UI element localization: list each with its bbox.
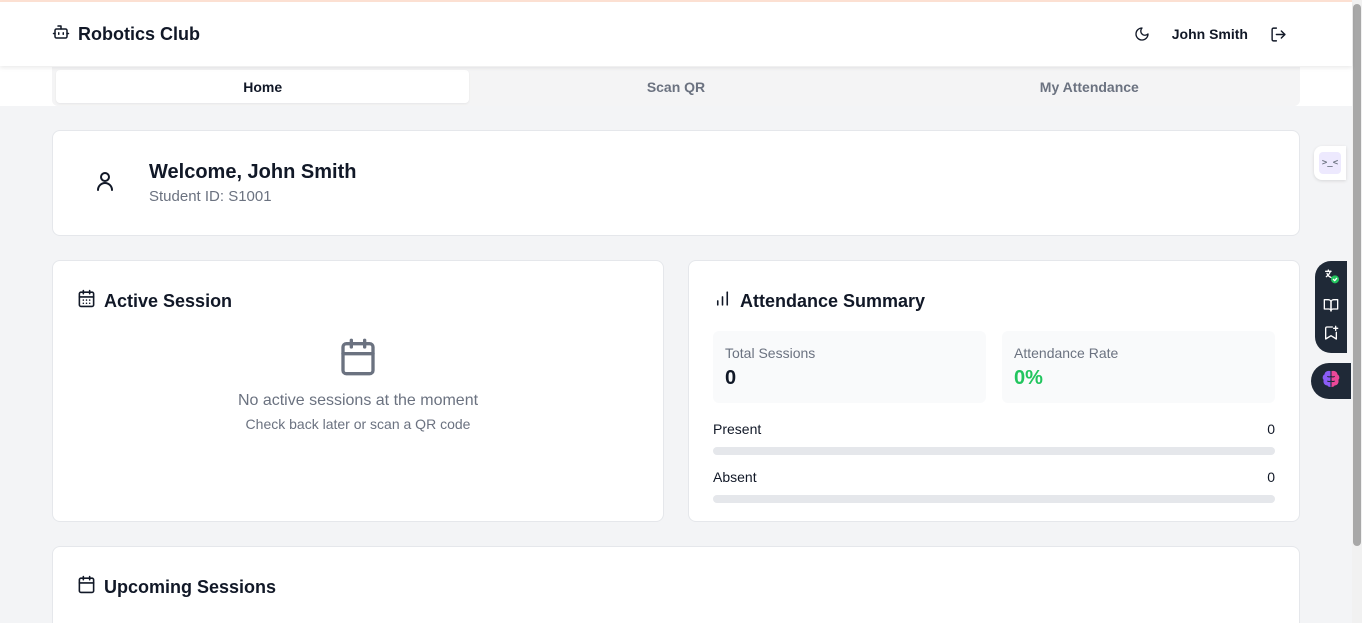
- extension-code-widget[interactable]: >_<: [1314, 146, 1346, 180]
- present-row: Present 0: [713, 421, 1275, 455]
- absent-row: Absent 0: [713, 469, 1275, 503]
- moon-icon[interactable]: [1132, 24, 1152, 44]
- tab-my-attendance[interactable]: My Attendance: [883, 70, 1296, 103]
- bookmark-add-icon[interactable]: [1323, 325, 1339, 346]
- attendance-summary-card: Attendance Summary Total Sessions 0 Atte…: [688, 260, 1300, 522]
- present-progress-bar: [713, 447, 1275, 455]
- tab-scan-qr[interactable]: Scan QR: [469, 70, 882, 103]
- translate-check-icon[interactable]: [1323, 268, 1339, 289]
- code-icon: >_<: [1319, 152, 1341, 174]
- active-session-title: Active Session: [104, 290, 233, 311]
- student-id: Student ID: S1001: [149, 188, 272, 205]
- attendance-rate-value: 0%: [1014, 367, 1043, 389]
- brand[interactable]: Robotics Club: [52, 23, 200, 46]
- logout-icon[interactable]: [1268, 24, 1288, 44]
- bot-icon: [52, 23, 70, 46]
- calendar-icon: [338, 337, 378, 382]
- extension-toolbar: [1315, 261, 1347, 353]
- header-user-name: John Smith: [1171, 26, 1248, 42]
- brain-icon: [1320, 368, 1342, 395]
- total-sessions-stat: Total Sessions 0: [713, 331, 986, 403]
- app-title: Robotics Club: [78, 23, 200, 44]
- tab-home[interactable]: Home: [56, 70, 470, 103]
- main-tabs: Home Scan QR My Attendance: [52, 67, 1300, 106]
- bar-chart-icon: [713, 289, 732, 313]
- upcoming-sessions-card: Upcoming Sessions: [52, 546, 1300, 623]
- total-sessions-label: Total Sessions: [725, 345, 816, 361]
- page-scrollbar[interactable]: [1352, 0, 1362, 623]
- attendance-rate-stat: Attendance Rate 0%: [1002, 331, 1275, 403]
- scrollbar-thumb[interactable]: [1353, 4, 1361, 546]
- absent-label: Absent: [713, 469, 757, 485]
- active-session-card: Active Session No active sessions at the…: [52, 260, 664, 522]
- user-icon: [93, 169, 117, 198]
- header-actions: John Smith: [1132, 24, 1288, 44]
- present-label: Present: [713, 421, 762, 437]
- welcome-card: Welcome, John Smith Student ID: S1001: [52, 130, 1300, 236]
- absent-count: 0: [1267, 469, 1275, 485]
- calendar-days-icon: [77, 289, 96, 313]
- calendar-icon: [77, 575, 96, 599]
- empty-state-hint: Check back later or scan a QR code: [245, 416, 471, 432]
- extension-ai-button[interactable]: [1311, 363, 1351, 399]
- attendance-rate-label: Attendance Rate: [1014, 345, 1119, 361]
- welcome-title: Welcome, John Smith: [149, 161, 357, 183]
- present-count: 0: [1267, 421, 1275, 437]
- upcoming-sessions-title: Upcoming Sessions: [104, 576, 277, 597]
- absent-progress-bar: [713, 495, 1275, 503]
- attendance-summary-title: Attendance Summary: [740, 290, 926, 311]
- total-sessions-value: 0: [725, 367, 737, 389]
- empty-state-title: No active sessions at the moment: [237, 392, 479, 409]
- empty-state: No active sessions at the moment Check b…: [77, 337, 639, 432]
- app-header: Robotics Club John Smith: [0, 2, 1352, 66]
- book-icon[interactable]: [1323, 297, 1339, 318]
